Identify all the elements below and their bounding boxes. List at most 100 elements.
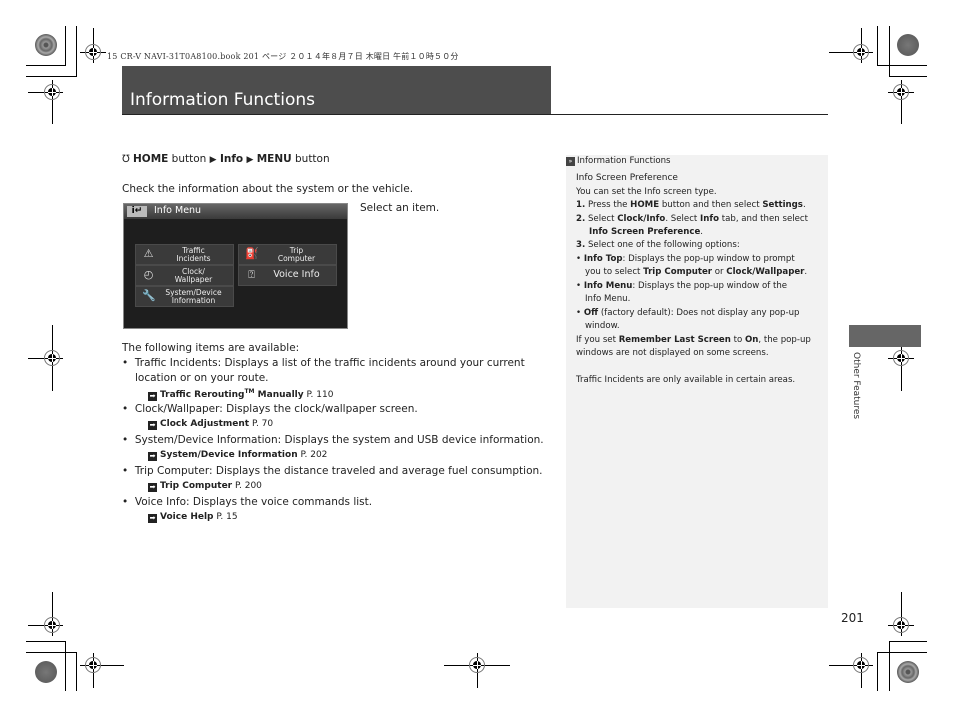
- ref-title: Trip Computer: [160, 481, 233, 491]
- t: Clock/Info: [617, 214, 666, 224]
- navigation-path: ℧ HOME button ▶ Info ▶ MENU button: [122, 153, 330, 165]
- crop-line: [877, 652, 878, 691]
- t: or: [712, 267, 727, 277]
- step-3: 3. Select one of the following options:: [576, 240, 740, 250]
- page-number: 201: [841, 611, 864, 625]
- item-desc: : Displays the system and USB device inf…: [277, 434, 544, 446]
- t: On: [744, 335, 759, 345]
- note-remember-cont: windows are not displayed on some screen…: [576, 348, 769, 358]
- nav-info: Info: [219, 153, 244, 165]
- t: Trip Computer: [643, 267, 713, 277]
- screen-title-bar: i↵ Info Menu: [124, 204, 347, 219]
- t: , the pop-up: [758, 335, 811, 345]
- option-off: • Off (factory default): Does not displa…: [576, 308, 800, 318]
- t: Settings: [762, 200, 803, 210]
- crop-line: [76, 652, 77, 691]
- crop-line: [889, 641, 890, 691]
- t: If you set: [576, 335, 619, 345]
- item-name: Clock/Wallpaper: [134, 403, 220, 415]
- crop-line: [65, 26, 66, 66]
- t: Remember Last Screen: [618, 335, 731, 345]
- t: Info: [700, 214, 719, 224]
- list-item: • System/Device Information: Displays th…: [122, 434, 544, 446]
- crop-line: [877, 652, 927, 653]
- screen-button-voice-info: ⍰ Voice Info: [238, 265, 337, 286]
- t: HOME: [630, 200, 660, 210]
- button-label: Computer: [277, 254, 316, 263]
- section-tab-label: Other Features: [851, 352, 861, 420]
- list-item: • Clock/Wallpaper: Displays the clock/wa…: [122, 403, 418, 415]
- intro-text: Check the information about the system o…: [122, 183, 414, 195]
- crop-line: [877, 26, 878, 66]
- item-desc: : Displays the voice commands list.: [186, 496, 373, 508]
- step-2-cont: Info Screen Preference.: [589, 227, 703, 237]
- clock-icon: ◴: [143, 268, 154, 281]
- ref-page: P. 202: [297, 450, 328, 460]
- reference-arrow-icon: ➡: [148, 514, 157, 523]
- reference-arrow-icon: ➡: [148, 483, 157, 492]
- crop-line: [26, 65, 66, 66]
- crop-line: [889, 76, 927, 77]
- crop-line: [76, 26, 77, 77]
- title-bar: Information Functions: [122, 66, 551, 114]
- wrench-icon: 🔧: [142, 289, 156, 302]
- t: to: [730, 335, 745, 345]
- cross-reference-link[interactable]: ➡ Voice Help P. 15: [148, 512, 238, 523]
- t: Off: [583, 308, 599, 318]
- registration-rosette: [897, 34, 919, 56]
- reference-arrow-icon: ➡: [148, 392, 157, 401]
- t: : Displays the pop-up window to prompt: [622, 254, 795, 264]
- trademark: TM: [244, 388, 255, 395]
- reference-arrow-icon: ➡: [148, 421, 157, 430]
- item-desc: : Displays the distance traveled and ave…: [209, 465, 543, 477]
- items-intro: The following items are available:: [122, 342, 300, 354]
- ref-title: System/Device Information: [160, 450, 298, 460]
- ref-title: Manually: [254, 390, 304, 400]
- t: (factory default): Does not display any …: [598, 308, 800, 318]
- ref-title: Clock Adjustment: [160, 419, 250, 429]
- crop-line: [889, 26, 890, 77]
- button-label: Information: [171, 296, 216, 305]
- cross-reference-link[interactable]: ➡ System/Device Information P. 202: [148, 450, 327, 461]
- t: Info Top: [583, 254, 623, 264]
- t: Clock/Wallpaper: [726, 267, 805, 277]
- screen-caption: Select an item.: [360, 202, 440, 214]
- crop-line: [65, 641, 66, 691]
- t: .: [700, 227, 704, 237]
- screen-button-clock-wallpaper: ◴ Clock/Wallpaper: [135, 265, 234, 286]
- item-desc: : Displays a list of the traffic inciden…: [217, 357, 525, 369]
- t: .: [802, 200, 806, 210]
- list-item: • Voice Info: Displays the voice command…: [122, 496, 373, 508]
- step-2: 2. Select Clock/Info. Select Info tab, a…: [576, 214, 808, 224]
- ref-page: P. 15: [213, 512, 238, 522]
- registration-rosette: [35, 34, 57, 56]
- item-name: Trip Computer: [134, 465, 209, 477]
- crop-line: [877, 65, 927, 66]
- button-label: Wallpaper: [174, 275, 213, 284]
- step-1: 1. Press the HOME button and then select…: [576, 200, 806, 210]
- screen-button-traffic-incidents: ⚠ Traffic Incidents: [135, 244, 234, 265]
- section-tab: [849, 325, 921, 347]
- option-info-menu: • Info Menu: Displays the pop-up window …: [576, 281, 788, 291]
- reference-arrow-icon: ➡: [148, 452, 157, 461]
- nav-menu: MENU: [256, 153, 292, 165]
- nav-separator-icon: ▶: [209, 155, 217, 165]
- fuel-icon: ⛽: [245, 247, 259, 260]
- cross-reference-link[interactable]: ➡ Trip Computer P. 200: [148, 481, 262, 492]
- crop-line: [889, 641, 927, 642]
- option-info-top-cont: you to select Trip Computer or Clock/Wal…: [585, 267, 807, 277]
- nav-separator-icon: ▶: [246, 155, 254, 165]
- note-remember: If you set Remember Last Screen to On, t…: [576, 335, 811, 345]
- ref-page: P. 110: [303, 390, 334, 400]
- cross-reference-link[interactable]: ➡ Clock Adjustment P. 70: [148, 419, 273, 430]
- t: Select one of the following options:: [585, 240, 740, 250]
- t: : Displays the pop-up window of the: [632, 281, 788, 291]
- item-name: System/Device Information: [134, 434, 278, 446]
- cross-reference-link[interactable]: ➡ Traffic ReroutingTM Manually P. 110: [148, 388, 333, 401]
- info-back-icon: i↵: [127, 206, 147, 217]
- step-num: 2.: [576, 214, 586, 224]
- step-num: 1.: [576, 200, 586, 210]
- registration-rosette: [35, 661, 57, 683]
- t: Press the: [585, 200, 631, 210]
- ref-title: Traffic Rerouting: [160, 390, 245, 400]
